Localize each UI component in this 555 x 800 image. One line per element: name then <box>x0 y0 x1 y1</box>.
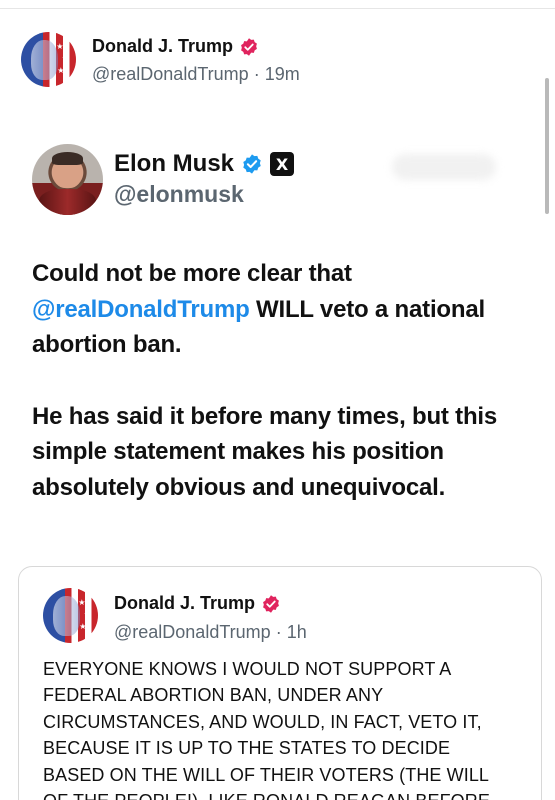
avatar-face-graphic <box>30 39 59 81</box>
meta-separator: · <box>253 64 260 84</box>
quoted-post-text: EVERYONE KNOWS I WOULD NOT SUPPORT A FED… <box>43 656 533 800</box>
elon-avatar <box>32 144 103 215</box>
blurred-region <box>392 154 496 180</box>
author-meta: @realDonaldTrump · 19m <box>92 64 300 85</box>
author-handle[interactable]: @realDonaldTrump <box>92 64 249 84</box>
verified-badge-icon <box>263 594 279 613</box>
quote-line: OF THE PEOPLE!). LIKE RONALD REAGAN BEFO… <box>43 788 533 800</box>
author-name-row: Donald J. Trump <box>92 36 259 57</box>
quote-line: FEDERAL ABORTION BAN, UNDER ANY <box>43 685 384 706</box>
x-logo-icon: X <box>270 152 295 176</box>
tweet-paragraph-1: Could not be more clear that @realDonald… <box>32 260 485 358</box>
post-time[interactable]: 19m <box>265 64 300 84</box>
quote-name-row: Donald J. Trump <box>114 593 281 614</box>
author-avatar[interactable]: ★ ★ ★ <box>21 32 76 87</box>
verified-badge-icon <box>243 154 261 174</box>
quote-time: 1h <box>286 622 307 642</box>
top-divider <box>0 8 555 9</box>
quote-author-handle: @realDonaldTrump <box>114 622 271 642</box>
mention-link: @realDonaldTrump <box>32 295 250 323</box>
quote-line: EVERYONE KNOWS I WOULD NOT SUPPORT A <box>43 659 452 679</box>
quote-line: CIRCUMSTANCES, AND WOULD, IN FACT, VETO … <box>43 711 482 732</box>
quote-line: BECAUSE IT IS UP TO THE STATES TO DECIDE <box>43 738 451 759</box>
author-name[interactable]: Donald J. Trump <box>92 36 233 57</box>
embedded-tweet-text: Could not be more clear that @realDonald… <box>32 256 532 505</box>
quote-meta: @realDonaldTrump · 1h <box>114 622 307 643</box>
tweet-paragraph-2: He has said it before many times, but th… <box>32 402 498 501</box>
quote-author-avatar: ★ ★ ★ <box>43 588 98 643</box>
elon-name-row: Elon Musk X <box>114 150 295 178</box>
quote-meta-separator: · <box>275 622 282 642</box>
elon-handle: @elonmusk <box>114 181 244 207</box>
elon-name: Elon Musk <box>114 150 235 177</box>
scrollbar[interactable] <box>545 78 549 214</box>
quote-line: BASED ON THE WILL OF THEIR VOTERS (THE W… <box>43 764 490 785</box>
verified-badge-icon <box>241 37 257 56</box>
quote-author-name: Donald J. Trump <box>114 593 256 613</box>
